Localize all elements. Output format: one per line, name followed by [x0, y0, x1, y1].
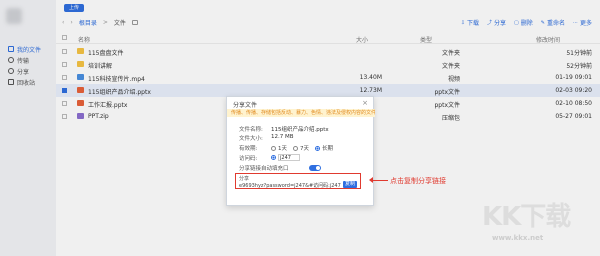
autofill-label: 分享链接自动填充口 — [239, 166, 289, 172]
validity-radio-group: 1天 7天 长期 — [271, 144, 333, 152]
annotation-text: 点击复制分享链接 — [390, 177, 446, 185]
code-label: 访问码: — [239, 156, 258, 162]
watermark-url: www.kkx.net — [492, 234, 544, 242]
access-code-input[interactable]: j247 — [278, 154, 300, 161]
copy-button[interactable]: 复制 — [343, 181, 357, 188]
filename-label: 文件名称: — [239, 127, 263, 133]
filesize-label: 文件大小: — [239, 136, 263, 142]
app-window: 我的文件 传输 分享 回收站 上传 ‹ › 根目录 > 文件 ⇩ 下载 ⤴ 分享 ▢… — [0, 0, 600, 256]
warning-banner: 传播、传播、存储包括反动、暴力、色情、违法及侵权内容的文件 — [227, 109, 375, 117]
autofill-toggle[interactable] — [309, 165, 321, 171]
close-icon[interactable]: × — [362, 99, 368, 107]
radio-icon — [293, 145, 298, 151]
share-link-url[interactable]: e9693hyz?password=j247&#访问码:j247 — [239, 182, 341, 189]
radio-selected-icon[interactable] — [271, 155, 276, 160]
access-code-control: j247 — [271, 154, 300, 161]
watermark-logo: KK下载 — [482, 202, 571, 232]
filename-value: 115组织产品介绍.pptx — [271, 127, 329, 133]
share-link-box: 分享 e9693hyz?password=j247&#访问码:j247 复制 — [235, 173, 361, 189]
filesize-value: 12.7 MB — [271, 134, 294, 140]
share-link-label: 分享 — [239, 176, 250, 182]
share-dialog: 分享文件 × 传播、传播、存储包括反动、暴力、色情、违法及侵权内容的文件 文件名… — [226, 96, 375, 206]
validity-option-1day[interactable]: 1天 — [271, 144, 287, 152]
validity-option-7days[interactable]: 7天 — [293, 144, 309, 152]
radio-icon — [271, 145, 276, 151]
dialog-title: 分享文件 — [233, 102, 258, 109]
radio-selected-icon — [315, 145, 320, 151]
watermark: KK下载 www.kkx.net — [478, 196, 594, 248]
validity-option-permanent[interactable]: 长期 — [315, 144, 333, 152]
annotation-arrow — [369, 177, 388, 183]
validity-label: 有效期: — [239, 146, 258, 152]
